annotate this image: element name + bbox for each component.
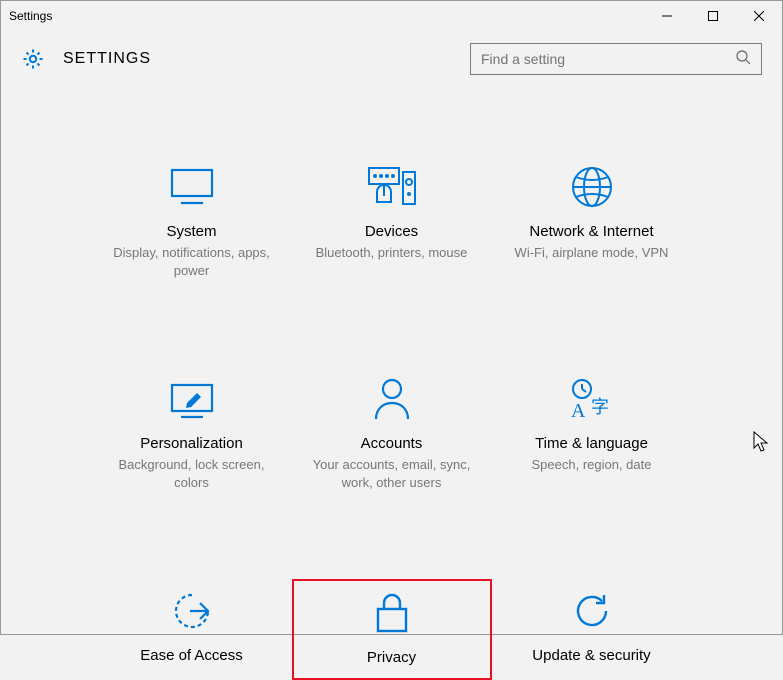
tile-title: Personalization [140, 435, 243, 452]
tile-network[interactable]: Network & Internet Wi-Fi, airplane mode,… [492, 155, 692, 287]
settings-grid: System Display, notifications, apps, pow… [1, 95, 782, 680]
paint-icon [169, 375, 215, 423]
tile-sub: Display, notifications, apps, power [107, 244, 277, 279]
tile-title: Privacy [367, 649, 416, 666]
tile-sub: Your accounts, email, sync, work, other … [307, 456, 477, 491]
tile-title: Time & language [535, 435, 648, 452]
search-input[interactable] [481, 51, 735, 67]
maximize-button[interactable] [690, 1, 736, 31]
tile-personalization[interactable]: Personalization Background, lock screen,… [92, 367, 292, 499]
page-title: SETTINGS [63, 50, 151, 68]
tile-time-language[interactable]: A 字 Time & language Speech, region, date [492, 367, 692, 499]
tile-devices[interactable]: Devices Bluetooth, printers, mouse [292, 155, 492, 287]
window-title: Settings [9, 9, 52, 23]
update-icon [570, 587, 614, 635]
time-language-icon: A 字 [567, 375, 617, 423]
gear-icon [21, 47, 45, 71]
header-left: SETTINGS [21, 47, 151, 71]
globe-icon [570, 163, 614, 211]
lock-icon [374, 589, 410, 637]
tile-title: Ease of Access [140, 647, 243, 664]
person-icon [372, 375, 412, 423]
tile-system[interactable]: System Display, notifications, apps, pow… [92, 155, 292, 287]
tile-sub: Wi-Fi, airplane mode, VPN [515, 244, 669, 262]
tile-title: Devices [365, 223, 418, 240]
svg-text:字: 字 [591, 397, 609, 417]
title-bar: Settings [1, 1, 782, 31]
search-box[interactable] [470, 43, 762, 75]
tile-sub: Speech, region, date [532, 456, 652, 474]
ease-icon [170, 587, 214, 635]
devices-icon [367, 163, 417, 211]
svg-text:A: A [571, 400, 586, 421]
tile-privacy[interactable]: Privacy [292, 579, 492, 680]
tile-sub: Bluetooth, printers, mouse [316, 244, 468, 262]
header: SETTINGS [1, 31, 782, 95]
tile-title: Accounts [361, 435, 423, 452]
tile-sub: Background, lock screen, colors [107, 456, 277, 491]
close-button[interactable] [736, 1, 782, 31]
tile-title: Network & Internet [529, 223, 653, 240]
minimize-button[interactable] [644, 1, 690, 31]
tile-ease-of-access[interactable]: Ease of Access [92, 579, 292, 680]
monitor-icon [169, 163, 215, 211]
window-controls [644, 1, 782, 31]
search-icon [735, 49, 751, 70]
tile-update-security[interactable]: Update & security [492, 579, 692, 680]
tile-title: Update & security [532, 647, 650, 664]
tile-accounts[interactable]: Accounts Your accounts, email, sync, wor… [292, 367, 492, 499]
tile-title: System [166, 223, 216, 240]
